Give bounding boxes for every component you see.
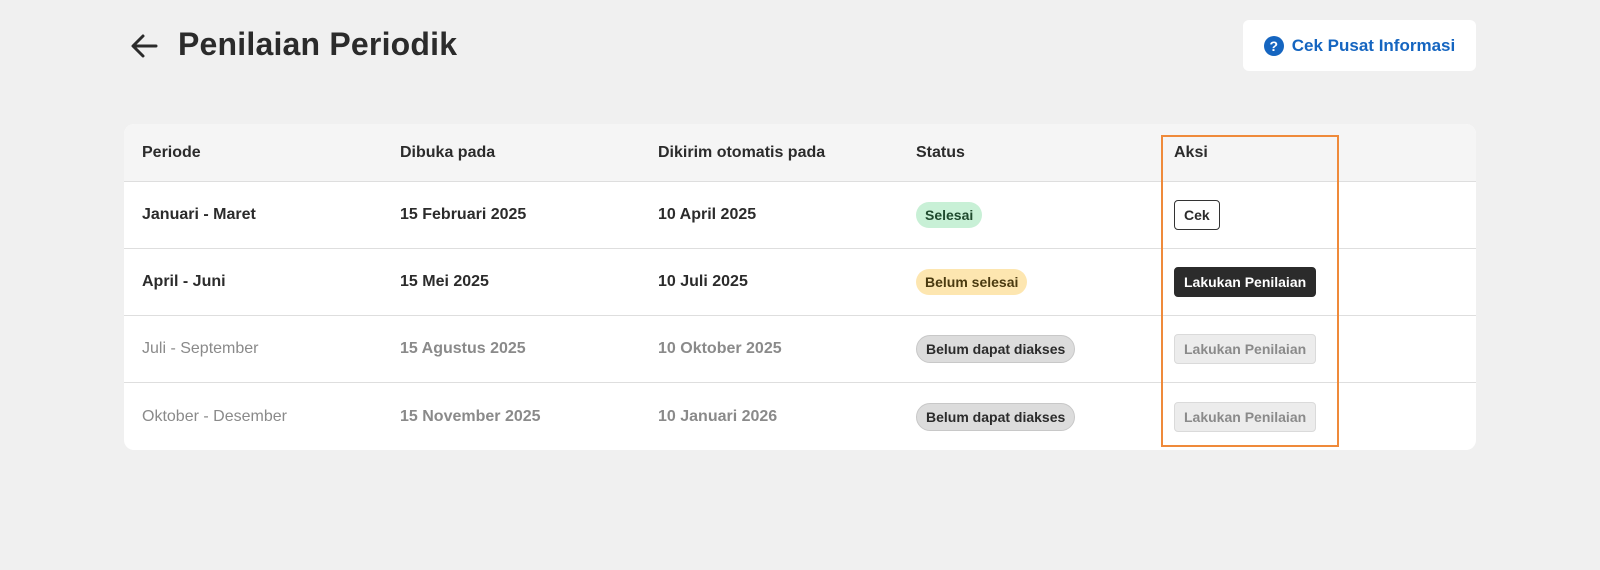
column-header-sent: Dikirim otomatis pada xyxy=(658,143,826,161)
info-center-button[interactable]: ? Cek Pusat Informasi xyxy=(1243,20,1476,71)
period-cell: Januari - Maret xyxy=(142,206,256,223)
sent-date-cell: 10 Juli 2025 xyxy=(658,273,748,290)
column-header-status: Status xyxy=(916,143,965,161)
do-assessment-button[interactable]: Lakukan Penilaian xyxy=(1174,267,1317,297)
period-cell: April - Juni xyxy=(142,273,226,290)
status-badge: Belum dapat diakses xyxy=(916,402,1076,431)
sent-date-cell: 10 Oktober 2025 xyxy=(658,340,782,357)
sent-date-cell: 10 Januari 2026 xyxy=(658,407,778,425)
info-center-label: Cek Pusat Informasi xyxy=(1291,35,1456,55)
action-cell: Lakukan Penilaian xyxy=(1156,334,1476,364)
question-circle-icon: ? xyxy=(1263,35,1284,56)
table-row: Januari - Maret 15 Februari 2025 10 Apri… xyxy=(124,182,1476,249)
column-header-opened: Dibuka pada xyxy=(400,143,496,161)
opened-date-cell: 15 Mei 2025 xyxy=(400,273,489,290)
assessment-table: Periode Dibuka pada Dikirim otomatis pad… xyxy=(124,124,1476,450)
status-badge: Selesai xyxy=(916,202,983,228)
page-title: Penilaian Periodik xyxy=(178,26,458,62)
page-header: Penilaian Periodik ? Cek Pusat Informasi xyxy=(124,20,1476,72)
opened-date-cell: 15 November 2025 xyxy=(400,407,541,425)
arrow-left-icon xyxy=(131,34,158,58)
period-cell: Juli - September xyxy=(142,340,259,357)
column-header-action: Aksi xyxy=(1174,143,1208,161)
table-row: Juli - September 15 Agustus 2025 10 Okto… xyxy=(124,316,1476,383)
action-cell: Lakukan Penilaian xyxy=(1156,401,1476,432)
table-header-row: Periode Dibuka pada Dikirim otomatis pad… xyxy=(124,124,1476,182)
status-cell: Belum dapat diakses xyxy=(898,335,1156,363)
opened-date-cell: 15 Februari 2025 xyxy=(400,206,527,223)
action-cell: Cek xyxy=(1156,200,1476,230)
status-badge: Belum dapat diakses xyxy=(916,335,1076,363)
status-cell: Belum dapat diakses xyxy=(898,402,1156,431)
opened-date-cell: 15 Agustus 2025 xyxy=(400,340,526,357)
do-assessment-button-disabled: Lakukan Penilaian xyxy=(1174,334,1317,364)
status-cell: Selesai xyxy=(898,202,1156,228)
back-button[interactable] xyxy=(124,26,164,66)
check-button[interactable]: Cek xyxy=(1174,200,1220,230)
sent-date-cell: 10 April 2025 xyxy=(658,206,757,223)
column-header-period: Periode xyxy=(142,143,201,161)
do-assessment-button-disabled: Lakukan Penilaian xyxy=(1174,401,1317,432)
status-cell: Belum selesai xyxy=(898,269,1156,295)
action-cell: Lakukan Penilaian xyxy=(1156,267,1476,297)
status-badge: Belum selesai xyxy=(916,269,1028,295)
table-row: April - Juni 15 Mei 2025 10 Juli 2025 Be… xyxy=(124,249,1476,316)
table-row: Oktober - Desember 15 November 2025 10 J… xyxy=(124,383,1476,450)
period-cell: Oktober - Desember xyxy=(142,407,287,425)
